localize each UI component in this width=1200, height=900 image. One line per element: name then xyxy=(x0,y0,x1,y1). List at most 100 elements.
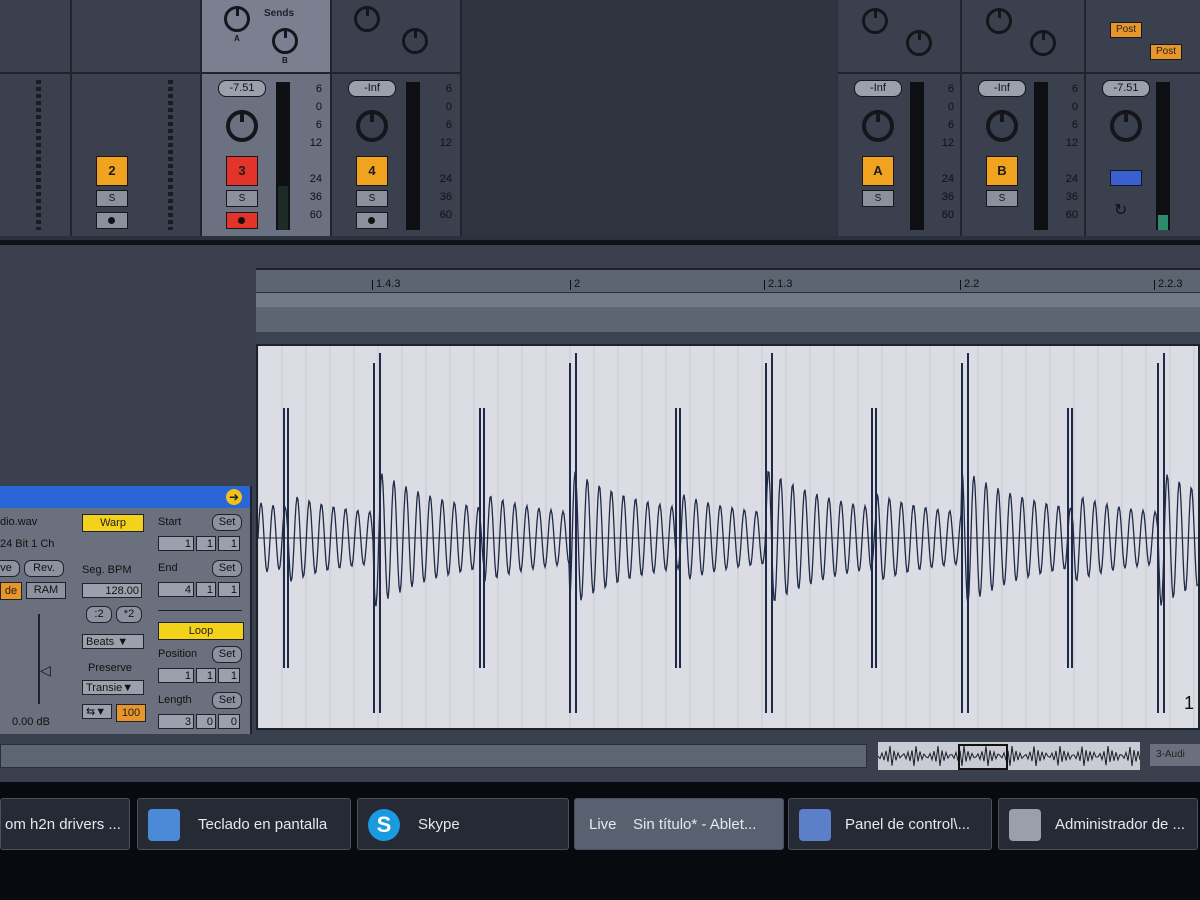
length-bar-field[interactable]: 3 xyxy=(158,714,194,729)
end-beat-field[interactable]: 1 xyxy=(196,582,216,597)
hide-button[interactable]: de xyxy=(0,582,22,600)
envelope-field[interactable]: 100 xyxy=(116,704,146,722)
track-name-label: 3-Audi xyxy=(1150,744,1200,766)
waveform-display[interactable]: 1 xyxy=(256,344,1200,730)
send-b-knob[interactable] xyxy=(1030,30,1056,56)
mixer-empty-area xyxy=(462,0,836,236)
taskbar-label: Teclado en pantalla xyxy=(198,816,328,833)
ram-button[interactable]: RAM xyxy=(26,582,66,599)
half-tempo-button[interactable]: :2 xyxy=(86,606,112,623)
post-button-1[interactable]: Post xyxy=(1110,22,1142,38)
start-bar-field[interactable]: 1 xyxy=(158,536,194,551)
end-set-button[interactable]: Set xyxy=(212,560,242,577)
double-tempo-button[interactable]: *2 xyxy=(116,606,142,623)
solo-button-3[interactable]: S xyxy=(226,190,258,207)
end-sixteenth-field[interactable]: 1 xyxy=(218,582,240,597)
track-activator-3[interactable]: 3 xyxy=(226,156,258,186)
position-set-button[interactable]: Set xyxy=(212,646,242,663)
position-beat-field[interactable]: 1 xyxy=(196,668,216,683)
pan-knob-3[interactable] xyxy=(226,110,258,142)
warp-marker-bar[interactable] xyxy=(256,332,1200,344)
send-a-knob[interactable] xyxy=(224,6,250,32)
warp-button[interactable]: Warp xyxy=(82,514,144,532)
taskbar-label: Skype xyxy=(418,816,460,833)
post-button-2[interactable]: Post xyxy=(1150,44,1182,60)
pan-knob-master[interactable] xyxy=(1110,110,1142,142)
loop-brace-bar[interactable] xyxy=(256,292,1200,307)
taskbar-item-skype[interactable]: S Skype xyxy=(357,798,569,850)
length-beat-field[interactable]: 0 xyxy=(196,714,216,729)
send-b-knob[interactable] xyxy=(272,28,298,54)
meter-scale: 6 0 6 12 24 36 60 xyxy=(1065,83,1078,221)
volume-field-b[interactable]: -Inf xyxy=(978,80,1026,97)
taskbar-label: Panel de control\... xyxy=(845,816,971,833)
return-activator-b[interactable]: B xyxy=(986,156,1018,186)
length-sixteenth-field[interactable]: 0 xyxy=(218,714,240,729)
bpm-field[interactable]: 128.00 xyxy=(82,583,142,598)
start-sixteenth-field[interactable]: 1 xyxy=(218,536,240,551)
pan-knob-a[interactable] xyxy=(862,110,894,142)
save-button[interactable]: ve xyxy=(0,560,20,577)
length-set-button[interactable]: Set xyxy=(212,692,242,709)
send-a-knob[interactable] xyxy=(862,8,888,34)
track-activator-2[interactable]: 2 xyxy=(96,156,128,186)
meter-scale: 6 0 6 12 24 36 60 xyxy=(309,83,322,221)
preserve-select[interactable]: Transie▼ xyxy=(82,680,144,695)
waveform xyxy=(258,346,1198,728)
send-a-knob[interactable] xyxy=(354,6,380,32)
waveform-trace xyxy=(258,468,1198,607)
arm-button-3[interactable] xyxy=(226,212,258,229)
taskbar-item-keyboard[interactable]: Teclado en pantalla xyxy=(137,798,351,850)
send-b-knob[interactable] xyxy=(402,28,428,54)
loop-mode-select[interactable]: ⇆▼ xyxy=(82,704,112,719)
solo-button-4[interactable]: S xyxy=(356,190,388,207)
start-beat-field[interactable]: 1 xyxy=(196,536,216,551)
headphone-icon[interactable]: ↻ xyxy=(1114,200,1136,222)
arm-button-2[interactable] xyxy=(96,212,128,229)
return-activator-a[interactable]: A xyxy=(862,156,894,186)
gain-slider[interactable] xyxy=(38,614,40,704)
send-b-knob[interactable] xyxy=(906,30,932,56)
solo-button-2[interactable]: S xyxy=(96,190,128,207)
taskbar-item-control-panel[interactable]: Panel de control\... xyxy=(788,798,992,850)
clip-title-bar[interactable]: ➜ xyxy=(0,486,250,508)
arrow-right-icon[interactable]: ➜ xyxy=(226,489,242,505)
volume-field-master[interactable]: -7.51 xyxy=(1102,80,1150,97)
ruler-tick: 2.2.3 xyxy=(1153,278,1183,290)
gain-slider-handle[interactable]: ◁ xyxy=(40,662,51,679)
arm-button-4[interactable] xyxy=(356,212,388,229)
ruler-tick: 2 xyxy=(569,278,581,290)
ruler-tick: 2.2 xyxy=(959,278,980,290)
cue-button[interactable] xyxy=(1110,170,1142,186)
warp-mode-select[interactable]: Beats ▼ xyxy=(82,634,144,649)
loop-button[interactable]: Loop xyxy=(158,622,244,640)
beat-ruler[interactable]: 1.4.3 2 2.1.3 2.2 2.2.3 xyxy=(256,268,1200,346)
start-label: Start xyxy=(158,516,182,528)
volume-field-3[interactable]: -7.51 xyxy=(218,80,266,97)
gain-value: 0.00 dB xyxy=(12,716,50,728)
send-a-knob[interactable] xyxy=(986,8,1012,34)
skype-icon: S xyxy=(368,809,400,841)
end-bar-field[interactable]: 4 xyxy=(158,582,194,597)
track-strip-2: 2 S xyxy=(72,0,202,236)
horizontal-scrollbar[interactable] xyxy=(0,744,867,768)
start-set-button[interactable]: Set xyxy=(212,514,242,531)
taskbar-label: Sin título* - Ablet... xyxy=(633,816,757,833)
pan-knob-b[interactable] xyxy=(986,110,1018,142)
solo-button-a[interactable]: S xyxy=(862,190,894,207)
position-bar-field[interactable]: 1 xyxy=(158,668,194,683)
pan-knob-4[interactable] xyxy=(356,110,388,142)
overview-waveform xyxy=(877,745,1141,767)
overview-navigator[interactable] xyxy=(877,742,1141,770)
taskbar-item-h2n-drivers[interactable]: om h2n drivers ... xyxy=(0,798,130,850)
taskbar-item-device-manager[interactable]: Administrador de ... xyxy=(998,798,1198,850)
volume-field-4[interactable]: -Inf xyxy=(348,80,396,97)
length-label: Length xyxy=(158,694,192,706)
overview-viewport[interactable] xyxy=(958,744,1008,770)
taskbar-item-ableton-live[interactable]: Live Sin título* - Ablet... xyxy=(574,798,784,850)
solo-button-b[interactable]: S xyxy=(986,190,1018,207)
volume-field-a[interactable]: -Inf xyxy=(854,80,902,97)
reverse-button[interactable]: Rev. xyxy=(24,560,64,577)
track-activator-4[interactable]: 4 xyxy=(356,156,388,186)
position-sixteenth-field[interactable]: 1 xyxy=(218,668,240,683)
